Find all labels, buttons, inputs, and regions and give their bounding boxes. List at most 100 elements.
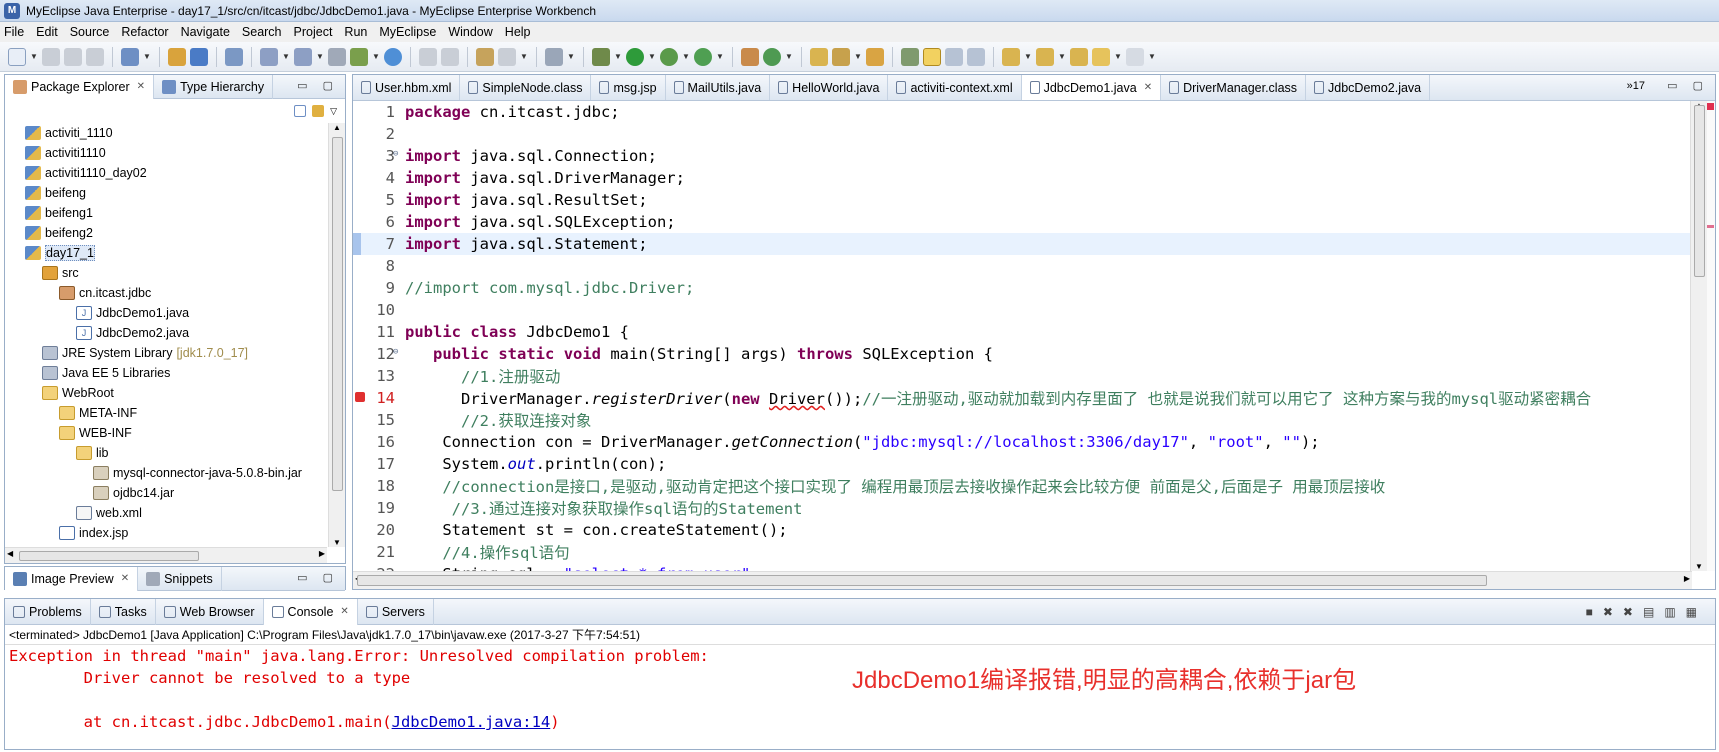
tree-item[interactable]: beifeng	[5, 183, 327, 203]
new-class-icon[interactable]	[741, 47, 759, 66]
tab-image-preview[interactable]: Image Preview ✕	[5, 566, 139, 591]
code-line[interactable]: 3 ⊖ import java.sql.Connection;	[353, 145, 1693, 167]
menu-window[interactable]: Window	[448, 25, 492, 39]
refresh-icon[interactable]	[441, 47, 459, 66]
menu-project[interactable]: Project	[294, 25, 333, 39]
server-icon[interactable]	[328, 47, 346, 66]
pen-icon[interactable]	[832, 47, 850, 66]
tab-problems[interactable]: Problems	[5, 598, 91, 625]
tree-item[interactable]: cn.itcast.jdbc	[5, 283, 327, 303]
deploy-icon[interactable]	[190, 47, 208, 66]
editor-tab[interactable]: JdbcDemo2.java	[1306, 75, 1431, 100]
save-all-icon[interactable]	[64, 47, 82, 66]
highlight-icon[interactable]	[923, 47, 941, 66]
menu-navigate[interactable]: Navigate	[181, 25, 230, 39]
tab-package-explorer[interactable]: Package Explorer ✕	[5, 74, 155, 99]
dropdown-arrow-icon[interactable]: ▼	[648, 52, 656, 61]
tree-item[interactable]: Java EE 5 Libraries	[5, 363, 327, 383]
scroll-thumb[interactable]	[357, 575, 1487, 586]
tab-web-browser[interactable]: Web Browser	[156, 598, 264, 625]
code-line[interactable]: 14 DriverManager.registerDriver(new Driv…	[353, 387, 1693, 409]
scroll-thumb[interactable]	[332, 137, 343, 491]
scroll-up-icon[interactable]: ▲	[333, 123, 341, 132]
fold-icon[interactable]: ⊖	[393, 149, 398, 159]
dropdown-arrow-icon[interactable]: ▼	[682, 52, 690, 61]
dropdown-arrow-icon[interactable]: ▼	[854, 52, 862, 61]
error-marker-icon[interactable]	[1707, 103, 1714, 110]
grid-icon[interactable]	[476, 47, 494, 66]
scroll-thumb[interactable]	[19, 551, 199, 561]
pin-console-icon[interactable]: ▦	[1686, 605, 1707, 619]
code-line[interactable]: 20 Statement st = con.createStatement();	[353, 519, 1693, 541]
tab-console[interactable]: Console ✕	[263, 598, 358, 625]
wizard-icon[interactable]	[260, 47, 278, 66]
editor-vertical-scrollbar[interactable]: ▲ ▼	[1690, 101, 1707, 571]
tree-item[interactable]: activiti1110	[5, 143, 327, 163]
editor-tab[interactable]: SimpleNode.class	[460, 75, 592, 100]
remove-all-icon[interactable]: ✖	[1623, 605, 1643, 619]
minimize-maximize-icon[interactable]: ▭ ▢	[297, 79, 339, 92]
search-tool-icon[interactable]	[294, 47, 312, 66]
scroll-lock-icon[interactable]: ▥	[1664, 605, 1685, 619]
tab-servers[interactable]: Servers	[358, 598, 434, 625]
editor-tab[interactable]: msg.jsp	[591, 75, 666, 100]
tree-item[interactable]: beifeng1	[5, 203, 327, 223]
code-line[interactable]: 22 String sql = "select * from user";	[353, 563, 1693, 571]
tree-item[interactable]: day17_1	[5, 243, 327, 263]
code-line[interactable]: 10	[353, 299, 1693, 321]
collapse-all-icon[interactable]	[294, 105, 307, 117]
new-package-icon[interactable]	[763, 47, 781, 66]
dropdown-arrow-icon[interactable]: ▼	[567, 52, 575, 61]
tree-item[interactable]: activiti_1110	[5, 123, 327, 143]
menu-edit[interactable]: Edit	[36, 25, 58, 39]
tree-item[interactable]: META-INF	[5, 403, 327, 423]
tree-item[interactable]: J JdbcDemo1.java	[5, 303, 327, 323]
menu-myeclipse[interactable]: MyEclipse	[379, 25, 436, 39]
dropdown-arrow-icon[interactable]: ▼	[282, 52, 290, 61]
code-line[interactable]: 17 System.out.println(con);	[353, 453, 1693, 475]
code-line[interactable]: 7 import java.sql.Statement;	[353, 233, 1693, 255]
stack-trace-link[interactable]: JdbcDemo1.java:14	[392, 713, 551, 731]
view-menu-icon[interactable]: ▽	[330, 106, 337, 117]
code-line[interactable]: 13 //1.注册驱动	[353, 365, 1693, 387]
globe-icon[interactable]	[384, 47, 402, 66]
code-line[interactable]: 5 import java.sql.ResultSet;	[353, 189, 1693, 211]
code-line[interactable]: 1 package cn.itcast.jdbc;	[353, 101, 1693, 123]
code-line[interactable]: 18 //connection是接口,是驱动,驱动肯定把这个接口实现了 编程用最…	[353, 475, 1693, 497]
error-icon[interactable]	[355, 392, 365, 402]
prev-annotation-icon[interactable]	[1036, 47, 1054, 66]
terminate-icon[interactable]: ■	[1586, 605, 1603, 619]
tree-vertical-scrollbar[interactable]: ▲ ▼	[328, 123, 345, 547]
tree-item[interactable]: J JdbcDemo2.java	[5, 323, 327, 343]
dropdown-arrow-icon[interactable]: ▼	[716, 52, 724, 61]
menu-file[interactable]: File	[4, 25, 24, 39]
dropdown-arrow-icon[interactable]: ▼	[1114, 52, 1122, 61]
menu-refactor[interactable]: Refactor	[121, 25, 168, 39]
coverage-icon[interactable]	[660, 47, 678, 66]
code-line[interactable]: 2	[353, 123, 1693, 145]
menu-source[interactable]: Source	[70, 25, 110, 39]
dropdown-arrow-icon[interactable]: ▼	[520, 52, 528, 61]
block-selection-icon[interactable]	[945, 47, 963, 66]
code-line[interactable]: 4 import java.sql.DriverManager;	[353, 167, 1693, 189]
dropdown-arrow-icon[interactable]: ▼	[30, 52, 38, 61]
editor-tab[interactable]: User.hbm.xml	[353, 75, 461, 100]
dropdown-arrow-icon[interactable]: ▼	[614, 52, 622, 61]
overview-ruler[interactable]	[1707, 101, 1715, 571]
tree-item[interactable]: src	[5, 263, 327, 283]
last-edit-icon[interactable]	[1070, 47, 1088, 66]
dropdown-arrow-icon[interactable]: ▼	[372, 52, 380, 61]
dropdown-arrow-icon[interactable]: ▼	[1058, 52, 1066, 61]
tree-item[interactable]: web.xml	[5, 503, 327, 523]
code-line[interactable]: 19 //3.通过连接对象获取操作sql语句的Statement	[353, 497, 1693, 519]
tree-item[interactable]: mysql-connector-java-5.0.8-bin.jar	[5, 463, 327, 483]
tab-snippets[interactable]: Snippets	[138, 566, 222, 591]
close-icon[interactable]: ✕	[121, 573, 129, 584]
link-icon[interactable]	[866, 47, 884, 66]
code-line[interactable]: 8	[353, 255, 1693, 277]
editor-tab[interactable]: JdbcDemo1.java ✕	[1021, 75, 1162, 100]
package-deploy-icon[interactable]	[350, 47, 368, 66]
code-line[interactable]: 11 public class JdbcDemo1 {	[353, 321, 1693, 343]
code-area[interactable]: 1 package cn.itcast.jdbc; 2 3 ⊖ import java.s…	[353, 101, 1693, 571]
show-whitespace-icon[interactable]	[967, 47, 985, 66]
